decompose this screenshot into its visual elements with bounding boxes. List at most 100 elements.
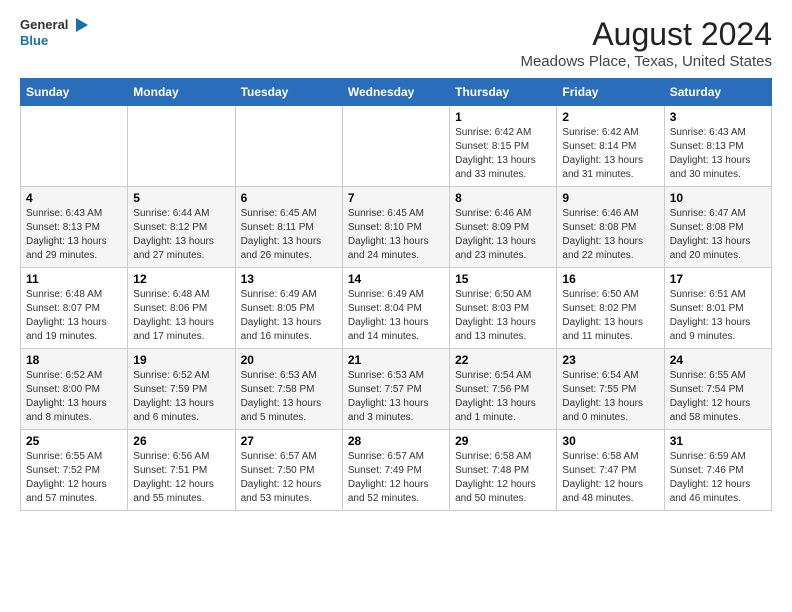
day-number: 27 <box>241 434 337 448</box>
calendar-week-row: 4 Sunrise: 6:43 AM Sunset: 8:13 PM Daylig… <box>21 187 772 268</box>
calendar-week-row: 18 Sunrise: 6:52 AM Sunset: 8:00 PM Dayli… <box>21 349 772 430</box>
col-tuesday: Tuesday <box>235 79 342 106</box>
day-number: 7 <box>348 191 444 205</box>
day-detail: Sunrise: 6:50 AM Sunset: 8:03 PM Dayligh… <box>455 289 536 342</box>
day-number: 20 <box>241 353 337 367</box>
day-number: 12 <box>133 272 229 286</box>
table-row <box>128 106 235 187</box>
day-detail: Sunrise: 6:48 AM Sunset: 8:06 PM Dayligh… <box>133 289 214 342</box>
day-number: 15 <box>455 272 551 286</box>
day-detail: Sunrise: 6:45 AM Sunset: 8:10 PM Dayligh… <box>348 208 429 261</box>
col-friday: Friday <box>557 79 664 106</box>
table-row: 29Sunrise: 6:58 AM Sunset: 7:48 PM Dayli… <box>450 430 557 511</box>
calendar-week-row: 25Sunrise: 6:55 AM Sunset: 7:52 PM Dayli… <box>21 430 772 511</box>
title-block: August 2024 Meadows Place, Texas, United… <box>520 16 772 70</box>
table-row: 12 Sunrise: 6:48 AM Sunset: 8:06 PM Dayli… <box>128 268 235 349</box>
table-row: 20Sunrise: 6:53 AM Sunset: 7:58 PM Dayli… <box>235 349 342 430</box>
day-number: 1 <box>455 110 551 124</box>
table-row <box>21 106 128 187</box>
day-number: 30 <box>562 434 658 448</box>
logo: General Blue <box>20 16 88 48</box>
day-detail: Sunrise: 6:58 AM Sunset: 7:48 PM Dayligh… <box>455 451 536 504</box>
day-detail: Sunrise: 6:49 AM Sunset: 8:04 PM Dayligh… <box>348 289 429 342</box>
day-number: 17 <box>670 272 766 286</box>
table-row: 6 Sunrise: 6:45 AM Sunset: 8:11 PM Daylig… <box>235 187 342 268</box>
day-detail: Sunrise: 6:43 AM Sunset: 8:13 PM Dayligh… <box>670 127 751 180</box>
day-detail: Sunrise: 6:50 AM Sunset: 8:02 PM Dayligh… <box>562 289 643 342</box>
calendar-header-row: Sunday Monday Tuesday Wednesday Thursday… <box>21 79 772 106</box>
day-number: 13 <box>241 272 337 286</box>
day-number: 3 <box>670 110 766 124</box>
day-number: 22 <box>455 353 551 367</box>
day-number: 28 <box>348 434 444 448</box>
day-number: 6 <box>241 191 337 205</box>
day-detail: Sunrise: 6:42 AM Sunset: 8:15 PM Dayligh… <box>455 127 536 180</box>
col-sunday: Sunday <box>21 79 128 106</box>
day-detail: Sunrise: 6:46 AM Sunset: 8:08 PM Dayligh… <box>562 208 643 261</box>
day-detail: Sunrise: 6:43 AM Sunset: 8:13 PM Dayligh… <box>26 208 107 261</box>
table-row: 17 Sunrise: 6:51 AM Sunset: 8:01 PM Dayli… <box>664 268 771 349</box>
day-number: 16 <box>562 272 658 286</box>
day-number: 21 <box>348 353 444 367</box>
page-subtitle: Meadows Place, Texas, United States <box>520 53 772 70</box>
day-number: 5 <box>133 191 229 205</box>
day-number: 19 <box>133 353 229 367</box>
day-detail: Sunrise: 6:56 AM Sunset: 7:51 PM Dayligh… <box>133 451 214 504</box>
table-row: 24 Sunrise: 6:55 AM Sunset: 7:54 PM Dayli… <box>664 349 771 430</box>
day-detail: Sunrise: 6:42 AM Sunset: 8:14 PM Dayligh… <box>562 127 643 180</box>
day-detail: Sunrise: 6:52 AM Sunset: 7:59 PM Dayligh… <box>133 370 214 423</box>
table-row: 28 Sunrise: 6:57 AM Sunset: 7:49 PM Dayli… <box>342 430 449 511</box>
table-row: 2 Sunrise: 6:42 AM Sunset: 8:14 PM Daylig… <box>557 106 664 187</box>
table-row: 26 Sunrise: 6:56 AM Sunset: 7:51 PM Dayli… <box>128 430 235 511</box>
table-row <box>235 106 342 187</box>
page-header: General Blue August 2024 Meadows Place, … <box>20 16 772 70</box>
day-detail: Sunrise: 6:45 AM Sunset: 8:11 PM Dayligh… <box>241 208 322 261</box>
day-detail: Sunrise: 6:57 AM Sunset: 7:49 PM Dayligh… <box>348 451 429 504</box>
day-number: 24 <box>670 353 766 367</box>
col-wednesday: Wednesday <box>342 79 449 106</box>
table-row: 19 Sunrise: 6:52 AM Sunset: 7:59 PM Dayli… <box>128 349 235 430</box>
col-monday: Monday <box>128 79 235 106</box>
day-detail: Sunrise: 6:48 AM Sunset: 8:07 PM Dayligh… <box>26 289 107 342</box>
day-detail: Sunrise: 6:49 AM Sunset: 8:05 PM Dayligh… <box>241 289 322 342</box>
day-detail: Sunrise: 6:59 AM Sunset: 7:46 PM Dayligh… <box>670 451 751 504</box>
table-row: 15 Sunrise: 6:50 AM Sunset: 8:03 PM Dayli… <box>450 268 557 349</box>
logo-arrow-icon <box>70 16 88 34</box>
table-row: 13 Sunrise: 6:49 AM Sunset: 8:05 PM Dayli… <box>235 268 342 349</box>
table-row: 27 Sunrise: 6:57 AM Sunset: 7:50 PM Dayli… <box>235 430 342 511</box>
col-saturday: Saturday <box>664 79 771 106</box>
logo-blue: Blue <box>20 34 48 48</box>
day-detail: Sunrise: 6:47 AM Sunset: 8:08 PM Dayligh… <box>670 208 751 261</box>
table-row: 18 Sunrise: 6:52 AM Sunset: 8:00 PM Dayli… <box>21 349 128 430</box>
day-number: 9 <box>562 191 658 205</box>
table-row: 16 Sunrise: 6:50 AM Sunset: 8:02 PM Dayli… <box>557 268 664 349</box>
logo-general: General <box>20 18 68 32</box>
day-number: 10 <box>670 191 766 205</box>
day-detail: Sunrise: 6:55 AM Sunset: 7:54 PM Dayligh… <box>670 370 751 423</box>
day-number: 11 <box>26 272 122 286</box>
page-title: August 2024 <box>520 16 772 53</box>
day-detail: Sunrise: 6:57 AM Sunset: 7:50 PM Dayligh… <box>241 451 322 504</box>
day-number: 26 <box>133 434 229 448</box>
day-detail: Sunrise: 6:53 AM Sunset: 7:57 PM Dayligh… <box>348 370 429 423</box>
table-row: 30Sunrise: 6:58 AM Sunset: 7:47 PM Dayli… <box>557 430 664 511</box>
day-detail: Sunrise: 6:44 AM Sunset: 8:12 PM Dayligh… <box>133 208 214 261</box>
day-detail: Sunrise: 6:54 AM Sunset: 7:55 PM Dayligh… <box>562 370 643 423</box>
table-row: 31 Sunrise: 6:59 AM Sunset: 7:46 PM Dayli… <box>664 430 771 511</box>
table-row: 22 Sunrise: 6:54 AM Sunset: 7:56 PM Dayli… <box>450 349 557 430</box>
day-number: 31 <box>670 434 766 448</box>
table-row: 7 Sunrise: 6:45 AM Sunset: 8:10 PM Daylig… <box>342 187 449 268</box>
day-detail: Sunrise: 6:52 AM Sunset: 8:00 PM Dayligh… <box>26 370 107 423</box>
day-number: 4 <box>26 191 122 205</box>
day-detail: Sunrise: 6:51 AM Sunset: 8:01 PM Dayligh… <box>670 289 751 342</box>
day-number: 2 <box>562 110 658 124</box>
day-number: 18 <box>26 353 122 367</box>
table-row: 1 Sunrise: 6:42 AM Sunset: 8:15 PM Daylig… <box>450 106 557 187</box>
table-row: 9 Sunrise: 6:46 AM Sunset: 8:08 PM Daylig… <box>557 187 664 268</box>
day-detail: Sunrise: 6:46 AM Sunset: 8:09 PM Dayligh… <box>455 208 536 261</box>
day-detail: Sunrise: 6:54 AM Sunset: 7:56 PM Dayligh… <box>455 370 536 423</box>
table-row: 4 Sunrise: 6:43 AM Sunset: 8:13 PM Daylig… <box>21 187 128 268</box>
table-row: 5 Sunrise: 6:44 AM Sunset: 8:12 PM Daylig… <box>128 187 235 268</box>
table-row: 21 Sunrise: 6:53 AM Sunset: 7:57 PM Dayli… <box>342 349 449 430</box>
day-detail: Sunrise: 6:55 AM Sunset: 7:52 PM Dayligh… <box>26 451 107 504</box>
